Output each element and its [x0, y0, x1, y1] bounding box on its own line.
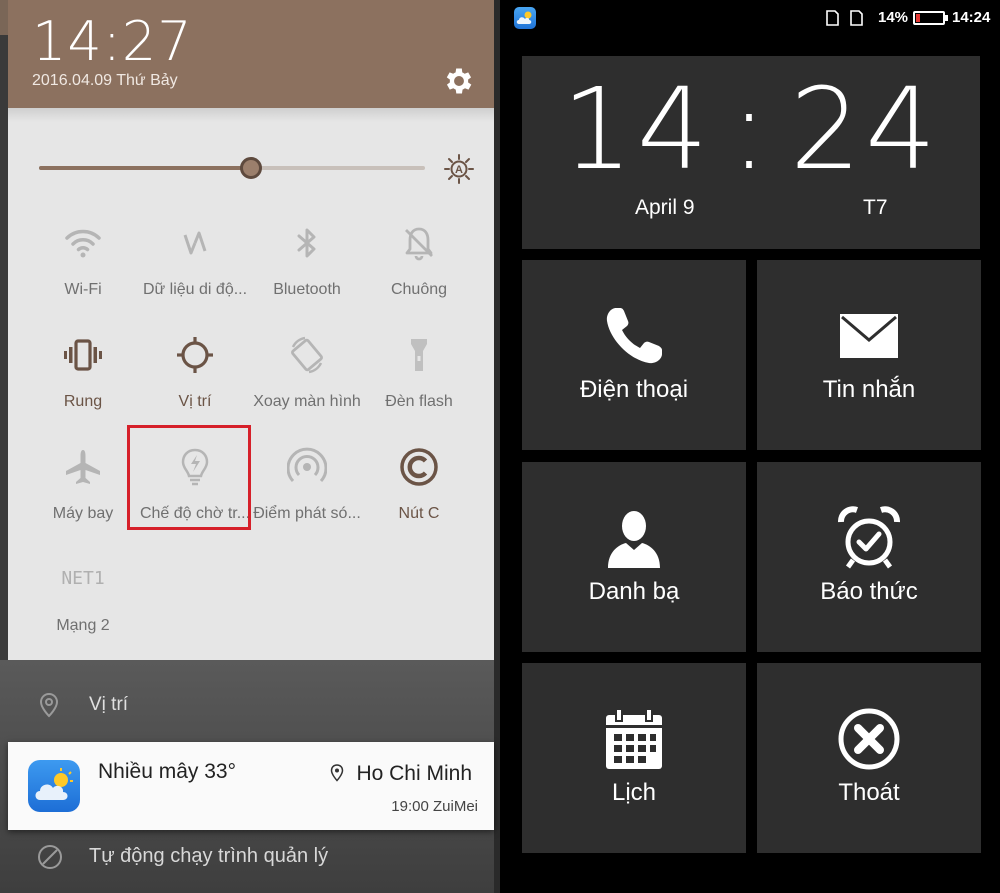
tile-label: Rung [63, 393, 103, 410]
auto-start-label: Tự động chạy trình quản lý [89, 845, 329, 867]
location-notification[interactable]: Vị trí [0, 680, 494, 728]
tile-label: Nút C [398, 505, 440, 522]
status-time: 14:24 [952, 9, 991, 26]
app-alarm[interactable]: Báo thức [757, 462, 981, 652]
shade-date: 2016.04.09 Thứ Bảy [32, 72, 178, 89]
network-icon: NET1 [61, 568, 105, 589]
tile-label: Vị trí [178, 393, 212, 410]
clock-hours: 14 [561, 65, 713, 195]
app-label: Danh bạ [588, 578, 680, 605]
highlight-box [127, 425, 251, 530]
tile-label: Đèn flash [385, 393, 453, 410]
shade-clock: 14:27 [32, 10, 193, 73]
weather-time: 19:00 ZuiMei [391, 798, 478, 815]
airplane-icon [66, 450, 100, 484]
app-label: Điện thoại [579, 376, 689, 403]
svg-text:A: A [455, 164, 463, 176]
senior-launcher-screen: 14% 14:24 14:24 April 9 T7 Điện thoại Ti… [500, 0, 1000, 893]
tile-label: Xoay màn hình [253, 393, 361, 410]
tile-bluetooth[interactable]: Bluetooth [246, 223, 368, 333]
tile-label: Máy bay [52, 505, 114, 522]
phone-icon [606, 308, 662, 364]
battery-icon [913, 11, 945, 25]
weather-app-icon [28, 760, 80, 812]
app-label: Báo thức [820, 578, 918, 605]
app-calendar[interactable]: Lịch [522, 663, 746, 853]
gear-icon[interactable] [442, 64, 476, 98]
tile-label: Bluetooth [273, 281, 341, 298]
tile-label: Wi-Fi [64, 281, 102, 298]
weather-notification[interactable]: Nhiều mây 33° Ho Chi Minh 19:00 ZuiMei [8, 742, 494, 830]
bell-off-icon [405, 227, 433, 261]
block-icon [38, 845, 62, 869]
tile-network[interactable]: NET1 Mạng 2 [22, 559, 144, 669]
app-label: Thoát [838, 779, 900, 806]
status-bar: 14% 14:24 [500, 0, 1000, 36]
location-target-icon [177, 337, 213, 373]
battery-percentage: 14% [878, 9, 909, 26]
tile-label: Mạng 2 [56, 617, 110, 634]
brightness-slider-fill [39, 166, 251, 170]
tile-label: Chuông [390, 281, 448, 298]
location-pin-icon [39, 692, 59, 718]
tile-hotspot[interactable]: Điểm phát só... [246, 447, 368, 557]
shade-header: 14:27 2016.04.09 Thứ Bảy [8, 0, 494, 108]
app-messages[interactable]: Tin nhắn [757, 260, 981, 450]
app-label: Lịch [611, 779, 657, 806]
app-contacts[interactable]: Danh bạ [522, 462, 746, 652]
clock-minutes: 24 [789, 65, 941, 195]
weather-condition: Nhiều mây 33° [98, 760, 236, 783]
sim-card-icon [826, 10, 839, 26]
clock-separator: : [730, 65, 772, 195]
mobile-data-icon [183, 231, 207, 255]
tile-wifi[interactable]: Wi-Fi [22, 223, 144, 333]
auto-brightness-icon[interactable]: A [443, 153, 475, 185]
tile-rotate[interactable]: Xoay màn hình [246, 335, 368, 445]
flashlight-icon [411, 339, 427, 371]
weather-app-icon [514, 7, 536, 29]
big-clock: 14:24 [522, 70, 980, 190]
envelope-icon [840, 314, 898, 358]
app-phone[interactable]: Điện thoại [522, 260, 746, 450]
brightness-slider-thumb[interactable] [240, 157, 262, 179]
auto-start-notification[interactable]: Tự động chạy trình quản lý [0, 836, 494, 884]
contact-person-icon [608, 511, 660, 568]
c-button-icon [400, 448, 438, 486]
tile-c-button[interactable]: Nút C [358, 447, 480, 557]
tile-label: Dữ liệu di độ... [142, 281, 248, 298]
clock-widget[interactable]: 14:24 April 9 T7 [522, 56, 980, 249]
calendar-icon [606, 708, 662, 769]
app-exit[interactable]: Thoát [757, 663, 981, 853]
tile-vibrate[interactable]: Rung [22, 335, 144, 445]
tile-airplane[interactable]: Máy bay [22, 447, 144, 557]
weather-city: Ho Chi Minh [356, 762, 472, 785]
quick-settings-panel: A Wi-Fi Dữ liệu di độ... Bluetooth Chuôn… [8, 108, 494, 660]
alarm-clock-icon [838, 506, 900, 569]
hotspot-icon [287, 447, 327, 483]
clock-date: April 9 [635, 196, 695, 219]
rotate-screen-icon [291, 336, 323, 374]
location-notification-label: Vị trí [89, 694, 129, 715]
tile-ringer[interactable]: Chuông [358, 223, 480, 333]
tile-label: Điểm phát só... [253, 505, 361, 522]
clock-day: T7 [863, 196, 888, 219]
notification-shade-screen: 14:27 2016.04.09 Thứ Bảy A Wi-Fi Dữ liệu… [0, 0, 500, 893]
app-label: Tin nhắn [822, 376, 916, 403]
vibrate-icon [64, 339, 102, 371]
sim-card-icon [850, 10, 863, 26]
tile-flashlight[interactable]: Đèn flash [358, 335, 480, 445]
map-pin-icon [330, 764, 344, 782]
wifi-icon [65, 229, 101, 258]
exit-x-icon [838, 708, 900, 770]
bluetooth-icon [297, 228, 316, 258]
tile-mobile-data[interactable]: Dữ liệu di độ... [134, 223, 256, 333]
